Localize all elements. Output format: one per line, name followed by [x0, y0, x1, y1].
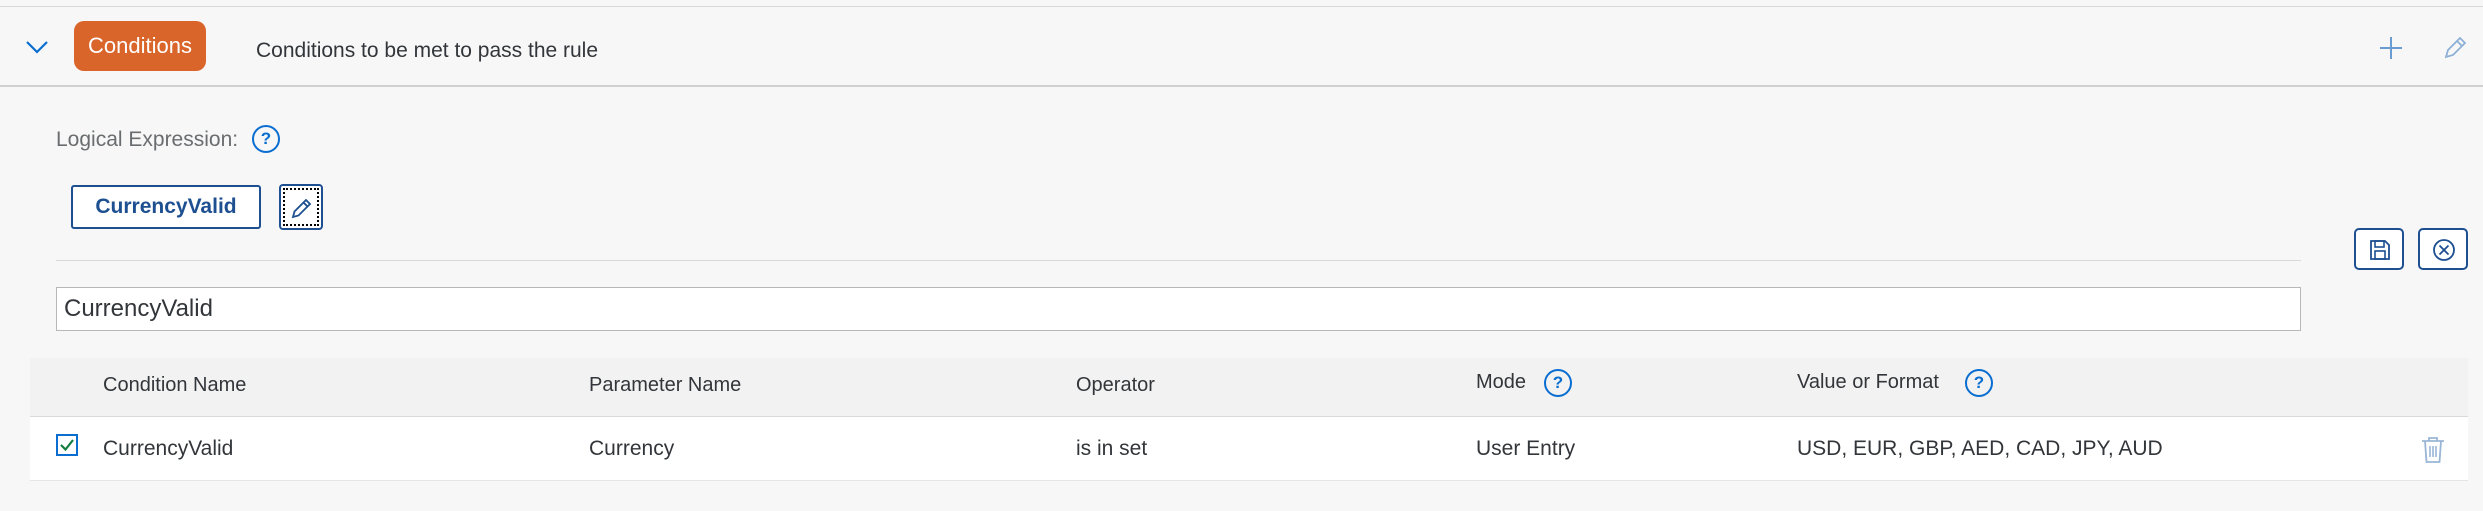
trash-icon[interactable]	[2420, 435, 2446, 465]
check-icon	[60, 439, 74, 452]
cell-parameter-name: Currency	[589, 437, 675, 460]
cell-condition-name: CurrencyValid	[103, 437, 234, 460]
close-circle-icon	[2433, 239, 2455, 261]
help-icon[interactable]: ?	[252, 125, 280, 153]
conditions-section-header: Conditions Conditions to be met to pass …	[0, 7, 2483, 87]
cell-operator: is in set	[1076, 437, 1148, 460]
plus-icon[interactable]	[2376, 33, 2406, 63]
logical-expression-label: Logical Expression:	[56, 128, 239, 151]
column-header-mode: Mode	[1476, 371, 1527, 393]
pencil-icon	[291, 198, 312, 219]
expression-token[interactable]: CurrencyValid	[71, 185, 261, 229]
section-description: Conditions to be met to pass the rule	[256, 39, 599, 62]
conditions-badge: Conditions	[74, 21, 206, 71]
edit-expression-button[interactable]	[279, 184, 323, 230]
help-icon[interactable]: ?	[1544, 369, 1572, 397]
save-icon	[2370, 240, 2390, 260]
save-button[interactable]	[2354, 228, 2404, 270]
cell-mode: User Entry	[1476, 437, 1576, 460]
row-checkbox[interactable]	[56, 434, 78, 456]
help-icon[interactable]: ?	[1965, 369, 1993, 397]
column-header-parameter-name: Parameter Name	[589, 374, 742, 396]
column-header-condition-name: Condition Name	[103, 374, 247, 396]
table-header: Condition Name Parameter Name Operator M…	[30, 358, 2468, 417]
pencil-icon[interactable]	[2440, 33, 2470, 63]
cell-value-or-format: USD, EUR, GBP, AED, CAD, JPY, AUD	[1797, 437, 2163, 460]
column-header-operator: Operator	[1076, 374, 1155, 396]
column-header-value-or-format: Value or Format	[1797, 371, 1939, 393]
table-row[interactable]: CurrencyValid Currency is in set User En…	[30, 417, 2468, 481]
chevron-down-icon[interactable]	[24, 37, 50, 57]
divider	[56, 260, 2301, 261]
cancel-button[interactable]	[2418, 228, 2468, 270]
logical-expression-input[interactable]	[56, 287, 2301, 331]
